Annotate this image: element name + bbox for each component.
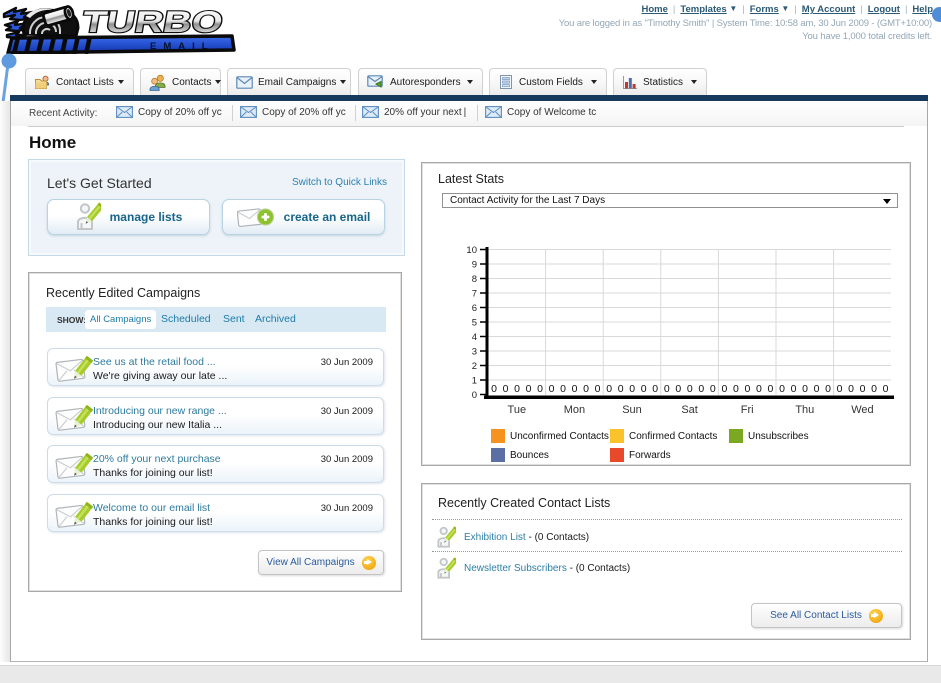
svg-text:0: 0 bbox=[883, 383, 889, 395]
svg-text:0: 0 bbox=[814, 383, 820, 395]
svg-text:0: 0 bbox=[825, 383, 831, 395]
svg-text:0: 0 bbox=[572, 383, 578, 395]
svg-text:0: 0 bbox=[675, 383, 681, 395]
svg-text:0: 0 bbox=[629, 383, 635, 395]
svg-text:0: 0 bbox=[514, 383, 520, 395]
svg-text:0: 0 bbox=[733, 383, 739, 395]
svg-text:8: 8 bbox=[472, 274, 477, 285]
svg-text:0: 0 bbox=[791, 383, 797, 395]
svg-text:0: 0 bbox=[549, 383, 555, 395]
svg-text:0: 0 bbox=[526, 383, 532, 395]
svg-text:0: 0 bbox=[698, 383, 704, 395]
svg-text:0: 0 bbox=[641, 383, 647, 395]
svg-text:0: 0 bbox=[710, 383, 716, 395]
svg-text:0: 0 bbox=[756, 383, 762, 395]
svg-text:9: 9 bbox=[472, 260, 477, 271]
svg-text:0: 0 bbox=[848, 383, 854, 395]
svg-text:0: 0 bbox=[606, 383, 612, 395]
svg-text:7: 7 bbox=[472, 289, 477, 300]
svg-text:Sat: Sat bbox=[681, 404, 698, 416]
svg-text:Thu: Thu bbox=[795, 404, 814, 416]
svg-text:4: 4 bbox=[472, 332, 477, 343]
svg-text:0: 0 bbox=[687, 383, 693, 395]
svg-text:Sun: Sun bbox=[622, 404, 642, 416]
svg-text:0: 0 bbox=[779, 383, 785, 395]
svg-text:0: 0 bbox=[802, 383, 808, 395]
svg-text:0: 0 bbox=[560, 383, 566, 395]
svg-text:10: 10 bbox=[466, 245, 477, 256]
svg-text:Mon: Mon bbox=[564, 404, 585, 416]
svg-text:0: 0 bbox=[537, 383, 543, 395]
svg-text:0: 0 bbox=[652, 383, 658, 395]
svg-text:0: 0 bbox=[583, 383, 589, 395]
svg-text:0: 0 bbox=[744, 383, 750, 395]
svg-text:Wed: Wed bbox=[851, 404, 873, 416]
svg-text:0: 0 bbox=[595, 383, 601, 395]
svg-text:0: 0 bbox=[472, 390, 477, 401]
svg-text:TURBO: TURBO bbox=[79, 6, 225, 39]
svg-text:0: 0 bbox=[491, 383, 497, 395]
svg-text:2: 2 bbox=[472, 361, 477, 372]
svg-text:EMAIL: EMAIL bbox=[150, 41, 215, 52]
svg-text:0: 0 bbox=[618, 383, 624, 395]
svg-text:Fri: Fri bbox=[741, 404, 754, 416]
svg-text:6: 6 bbox=[472, 303, 477, 314]
svg-text:0: 0 bbox=[664, 383, 670, 395]
svg-text:0: 0 bbox=[860, 383, 866, 395]
svg-text:Tue: Tue bbox=[508, 404, 527, 416]
svg-text:1: 1 bbox=[472, 376, 477, 387]
svg-text:0: 0 bbox=[721, 383, 727, 395]
svg-text:0: 0 bbox=[503, 383, 509, 395]
svg-text:0: 0 bbox=[767, 383, 773, 395]
svg-text:0: 0 bbox=[871, 383, 877, 395]
svg-text:5: 5 bbox=[472, 318, 477, 329]
svg-text:3: 3 bbox=[472, 347, 477, 358]
svg-text:0: 0 bbox=[837, 383, 843, 395]
